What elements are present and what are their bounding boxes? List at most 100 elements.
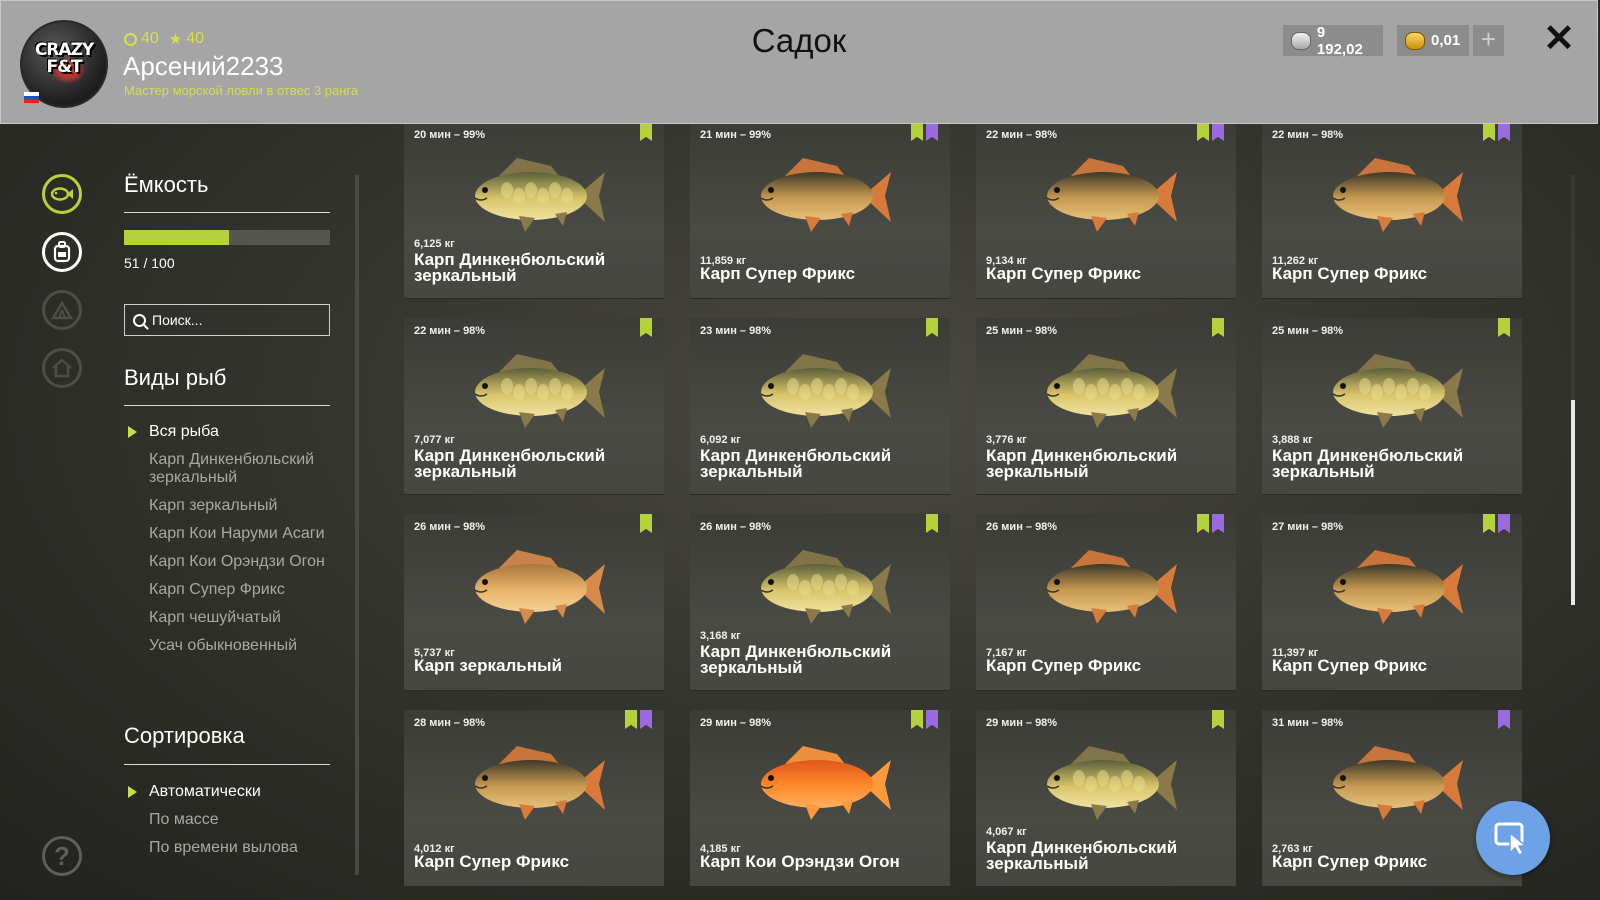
cursor-mode-button[interactable] <box>1476 801 1550 875</box>
fish-name: Карп Супер Фрикс <box>986 264 1142 283</box>
catch-time: 28 мин – 98% <box>414 717 486 729</box>
fish-card[interactable]: 25 мин – 98% 3,888 кг Карп Динкенбюльски… <box>1262 318 1522 494</box>
fish-grid: 20 мин – 99% 6,125 кг Карп Динкенбюльски… <box>404 124 1548 900</box>
filter-scrollbar[interactable] <box>355 175 359 875</box>
fish-card[interactable]: 22 мин – 98% 11,262 кг Карп Супер Фрикс <box>1262 124 1522 298</box>
fish-card[interactable]: 28 мин – 98% 4,012 кг Карп Супер Фрикс <box>404 710 664 886</box>
species-filter-item[interactable]: Карп зеркальный <box>124 497 334 515</box>
fish-card[interactable]: 20 мин – 99% 6,125 кг Карп Динкенбюльски… <box>404 124 664 298</box>
species-filter-item[interactable]: Карп Кои Наруми Асаги <box>124 525 334 543</box>
species-filter-item[interactable]: Усач обыкновенный <box>124 637 334 655</box>
cursor-icon <box>1494 822 1529 855</box>
catch-time: 25 мин – 98% <box>986 325 1058 337</box>
green-bookmark-icon <box>1197 514 1209 533</box>
catch-time: 29 мин – 98% <box>700 717 772 729</box>
green-bookmark-icon <box>640 318 652 337</box>
search-input[interactable] <box>152 312 312 328</box>
keepnet-tab-icon[interactable] <box>42 174 82 214</box>
selected-arrow-icon <box>128 786 137 798</box>
fish-card[interactable]: 25 мин – 98% 3,776 кг Карп Динкенбюльски… <box>976 318 1236 494</box>
catch-time: 27 мин – 98% <box>1272 521 1344 533</box>
sort-option-item[interactable]: По времени вылова <box>124 839 334 857</box>
player-stats: 40 ★ 40 <box>124 30 204 48</box>
fish-card[interactable]: 29 мин – 98% 4,067 кг Карп Динкенбюльски… <box>976 710 1236 886</box>
catch-time: 26 мин – 98% <box>700 521 772 533</box>
catch-time: 26 мин – 98% <box>414 521 486 533</box>
species-filter-item[interactable]: Карп Динкенбюльский зеркальный <box>124 451 334 487</box>
gold-coin-icon <box>1405 31 1425 50</box>
experience-value: 40 <box>141 30 159 47</box>
species-filter-item[interactable]: Вся рыба <box>124 423 334 441</box>
fish-card[interactable]: 26 мин – 98% 5,737 кг Карп зеркальный <box>404 514 664 690</box>
add-currency-button[interactable]: + <box>1473 25 1504 56</box>
green-bookmark-icon <box>1483 124 1495 141</box>
logo-text: CRAZY F&T <box>34 40 94 77</box>
player-name: Арсений2233 <box>123 51 284 81</box>
fish-name: Карп зеркальный <box>414 656 562 675</box>
green-bookmark-icon <box>640 514 652 533</box>
badges <box>1197 514 1224 533</box>
player-rank: Мастер морской ловли в отвес 3 ранга <box>124 83 359 98</box>
purple-bookmark-icon <box>1212 124 1224 141</box>
badges <box>640 124 652 141</box>
rank-stat: ★ 40 <box>169 30 204 48</box>
fish-card[interactable]: 22 мин – 98% 9,134 кг Карп Супер Фрикс <box>976 124 1236 298</box>
grid-scrollbar-thumb[interactable] <box>1571 400 1575 605</box>
sort-option-item[interactable]: По массе <box>124 811 334 829</box>
green-bookmark-icon <box>1212 710 1224 729</box>
top-bar: CRAZY F&T 40 ★ 40 Арсений2233 Мастер морс… <box>0 0 1598 124</box>
fish-card[interactable]: 23 мин – 98% 6,092 кг Карп Динкенбюльски… <box>690 318 950 494</box>
fish-name: Карп Супер Фрикс <box>986 656 1142 675</box>
fish-name: Карп Динкенбюльский зеркальный <box>700 446 892 481</box>
backpack-tab-icon[interactable] <box>42 232 82 272</box>
catch-time: 22 мин – 98% <box>1272 129 1344 141</box>
capacity-heading: Ёмкость <box>124 172 209 197</box>
fish-card[interactable]: 22 мин – 98% 7,077 кг Карп Динкенбюльски… <box>404 318 664 494</box>
fish-card[interactable]: 26 мин – 98% 3,168 кг Карп Динкенбюльски… <box>690 514 950 690</box>
species-filter-item[interactable]: Карп Супер Фрикс <box>124 581 334 599</box>
fish-weight: 7,077 кг <box>414 434 455 446</box>
sorting-heading: Сортировка <box>124 723 245 748</box>
species-filter-item[interactable]: Карп чешуйчатый <box>124 609 334 627</box>
close-button[interactable]: ✕ <box>1541 20 1577 58</box>
catch-time: 25 мин – 98% <box>1272 325 1344 337</box>
fish-card[interactable]: 27 мин – 98% 11,397 кг Карп Супер Фрикс <box>1262 514 1522 690</box>
fish-name: Карп Динкенбюльский зеркальный <box>986 838 1178 873</box>
tent-tab-icon[interactable] <box>42 290 82 330</box>
purple-bookmark-icon <box>1212 514 1224 533</box>
species-filter-item-label: Карп Кои Орэндзи Огон <box>149 553 325 570</box>
silver-amount: 9 192,02 <box>1316 23 1363 58</box>
divider <box>124 212 330 213</box>
green-bookmark-icon <box>911 124 923 141</box>
search-box[interactable] <box>124 304 330 336</box>
catch-time: 22 мин – 98% <box>986 129 1058 141</box>
green-bookmark-icon <box>1498 318 1510 337</box>
search-icon <box>133 313 146 327</box>
species-filter-item-label: Карп Кои Наруми Асаги <box>149 525 325 542</box>
home-tab-icon[interactable] <box>42 348 82 388</box>
fish-name: Карп Супер Фрикс <box>1272 656 1428 675</box>
fish-name: Карп Супер Фрикс <box>1272 852 1428 871</box>
help-icon[interactable]: ? <box>42 836 82 876</box>
fish-card[interactable]: 21 мин – 99% 11,859 кг Карп Супер Фрикс <box>690 124 950 298</box>
rank-value: 40 <box>186 30 205 47</box>
fish-name: Карп Супер Фрикс <box>414 852 570 871</box>
fish-name: Карп Динкенбюльский зеркальный <box>414 446 606 481</box>
divider <box>124 405 330 406</box>
capacity-value: 51 / 100 <box>124 255 175 271</box>
fish-weight: 6,125 кг <box>414 238 455 250</box>
fish-card[interactable]: 29 мин – 98% 4,185 кг Карп Кои Орэндзи О… <box>690 710 950 886</box>
green-bookmark-icon <box>1197 124 1209 141</box>
species-filter-item[interactable]: Карп Кои Орэндзи Огон <box>124 553 334 571</box>
badges <box>625 710 652 729</box>
sorting-list: Автоматически По массе По времени вылова <box>124 783 334 867</box>
catch-time: 23 мин – 98% <box>700 325 772 337</box>
fish-card[interactable]: 26 мин – 98% 7,167 кг Карп Супер Фрикс <box>976 514 1236 690</box>
sort-option-item-label: Автоматически <box>149 783 261 800</box>
star-icon: ★ <box>168 31 183 48</box>
sort-option-item[interactable]: Автоматически <box>124 783 334 801</box>
green-bookmark-icon <box>926 514 938 533</box>
selected-arrow-icon <box>128 426 137 438</box>
species-filter-item-label: Усач обыкновенный <box>149 637 298 654</box>
green-bookmark-icon <box>1212 318 1224 337</box>
